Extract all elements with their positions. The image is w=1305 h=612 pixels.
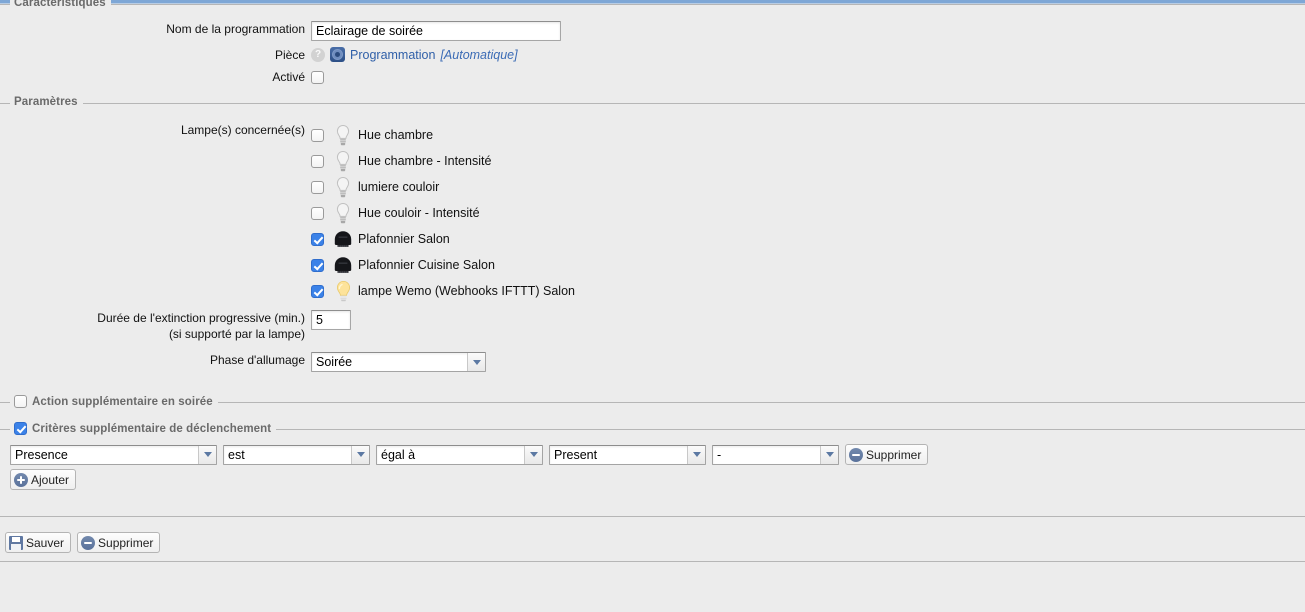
chevron-down-icon — [198, 446, 216, 464]
active-label: Activé — [0, 69, 311, 85]
criteria-row: Presence est égal à Present - Suppri — [0, 438, 1305, 465]
minus-circle-icon — [81, 536, 95, 550]
piece-auto-label: [Automatique] — [440, 48, 517, 62]
programmation-name-input[interactable] — [311, 21, 561, 41]
lamp-name: Plafonnier Salon — [358, 232, 450, 246]
field-row-lamps: Lampe(s) concernée(s) Hue chambre — [0, 122, 1305, 304]
section-action-supplementaire-legend-text: Action supplémentaire en soirée — [32, 396, 213, 408]
save-button-label: Sauver — [26, 536, 64, 550]
section-criteres: Critères supplémentaire de déclenchement… — [0, 429, 1305, 506]
lamp-checkbox[interactable] — [311, 207, 324, 220]
section-criteres-legend-text: Critères supplémentaire de déclenchement — [32, 423, 271, 435]
lamp-checkbox[interactable] — [311, 259, 324, 272]
lamp-checkbox[interactable] — [311, 181, 324, 194]
bulb-gray-icon — [332, 175, 354, 199]
lamp-name: Hue chambre - Intensité — [358, 154, 491, 168]
action-supplementaire-checkbox[interactable] — [14, 395, 27, 408]
section-caracteristiques-legend: Caractéristiques — [10, 0, 111, 9]
field-row-duration: Durée de l'extinction progressive (min.)… — [0, 310, 1305, 342]
ceiling-lamp-dark-icon — [332, 227, 354, 251]
section-criteres-legend: Critères supplémentaire de déclenchement — [10, 422, 276, 435]
section-action-supplementaire-legend: Action supplémentaire en soirée — [10, 395, 218, 408]
field-row-name: Nom de la programmation — [0, 21, 1305, 41]
criteria-operator-value: égal à — [377, 448, 524, 462]
phase-select[interactable]: Soirée — [311, 352, 486, 372]
lamp-name: lampe Wemo (Webhooks IFTTT) Salon — [358, 284, 575, 298]
criteria-delete-button[interactable]: Supprimer — [845, 444, 928, 465]
bulb-gray-icon — [332, 201, 354, 225]
section-caracteristiques-legend-text: Caractéristiques — [14, 0, 106, 9]
delete-button[interactable]: Supprimer — [77, 532, 160, 553]
section-parametres: Paramètres Lampe(s) concernée(s) — [0, 103, 1305, 392]
criteria-add-label: Ajouter — [31, 473, 69, 487]
chevron-down-icon — [467, 353, 485, 371]
phase-select-value: Soirée — [312, 355, 467, 369]
field-row-active: Activé — [0, 69, 1305, 85]
lamp-checkbox[interactable] — [311, 155, 324, 168]
criteria-delete-label: Supprimer — [866, 448, 921, 462]
criteria-extra-value: - — [713, 448, 820, 462]
section-caracteristiques: Caractéristiques Nom de la programmation… — [0, 4, 1305, 103]
criteria-value-select[interactable]: Present — [549, 445, 706, 465]
lamp-name: Hue chambre — [358, 128, 433, 142]
footer-button-bar: Sauver Supprimer — [0, 523, 1305, 553]
criteria-extra-select[interactable]: - — [712, 445, 839, 465]
criteria-subject-value: Presence — [11, 448, 198, 462]
lamp-name: Hue couloir - Intensité — [358, 206, 480, 220]
piece-link[interactable]: Programmation — [350, 48, 435, 62]
chevron-down-icon — [820, 446, 838, 464]
section-parametres-legend: Paramètres — [10, 96, 83, 108]
active-checkbox[interactable] — [311, 71, 324, 84]
criteria-add-button[interactable]: Ajouter — [10, 469, 76, 490]
lamps-label: Lampe(s) concernée(s) — [0, 122, 311, 138]
piece-label: Pièce — [0, 47, 311, 63]
criteria-subject-select[interactable]: Presence — [10, 445, 217, 465]
criteria-value-value: Present — [550, 448, 687, 462]
bulb-gray-icon — [332, 123, 354, 147]
field-row-piece: Pièce ? Programmation [Automatique] — [0, 47, 1305, 63]
lamp-item[interactable]: Hue couloir - Intensité — [311, 200, 575, 226]
criteria-operator-select[interactable]: égal à — [376, 445, 543, 465]
lamp-item[interactable]: Plafonnier Salon — [311, 226, 575, 252]
name-label: Nom de la programmation — [0, 21, 311, 37]
lamp-name: lumiere couloir — [358, 180, 439, 194]
lamp-item[interactable]: Plafonnier Cuisine Salon — [311, 252, 575, 278]
lamp-checkbox[interactable] — [311, 285, 324, 298]
bulb-yellow-icon — [332, 279, 354, 303]
minus-circle-icon — [849, 448, 863, 462]
field-row-phase: Phase d'allumage Soirée — [0, 352, 1305, 372]
bulb-gray-icon — [332, 149, 354, 173]
duration-label: Durée de l'extinction progressive (min.)… — [0, 310, 311, 342]
criteria-add-row: Ajouter — [0, 465, 1305, 496]
criteria-verb-value: est — [224, 448, 351, 462]
lamp-item[interactable]: lampe Wemo (Webhooks IFTTT) Salon — [311, 278, 575, 304]
help-icon[interactable]: ? — [311, 48, 325, 62]
duration-input[interactable] — [311, 310, 351, 330]
lamp-item[interactable]: Hue chambre — [311, 122, 575, 148]
phase-label: Phase d'allumage — [0, 352, 311, 368]
criteres-checkbox[interactable] — [14, 422, 27, 435]
ceiling-lamp-dark-icon — [332, 253, 354, 277]
lamp-checkbox[interactable] — [311, 129, 324, 142]
delete-button-label: Supprimer — [98, 536, 153, 550]
footer-actions: Sauver Supprimer — [0, 516, 1305, 561]
chevron-down-icon — [687, 446, 705, 464]
chevron-down-icon — [351, 446, 369, 464]
lamp-checkbox[interactable] — [311, 233, 324, 246]
lamp-item[interactable]: lumiere couloir — [311, 174, 575, 200]
bottom-divider — [0, 561, 1305, 562]
plus-circle-icon — [14, 473, 28, 487]
section-parametres-legend-text: Paramètres — [14, 96, 78, 108]
floppy-disk-icon — [9, 536, 23, 550]
criteria-verb-select[interactable]: est — [223, 445, 370, 465]
gear-icon — [330, 47, 345, 62]
save-button[interactable]: Sauver — [5, 532, 71, 553]
lamp-name: Plafonnier Cuisine Salon — [358, 258, 495, 272]
chevron-down-icon — [524, 446, 542, 464]
lamp-item[interactable]: Hue chambre - Intensité — [311, 148, 575, 174]
